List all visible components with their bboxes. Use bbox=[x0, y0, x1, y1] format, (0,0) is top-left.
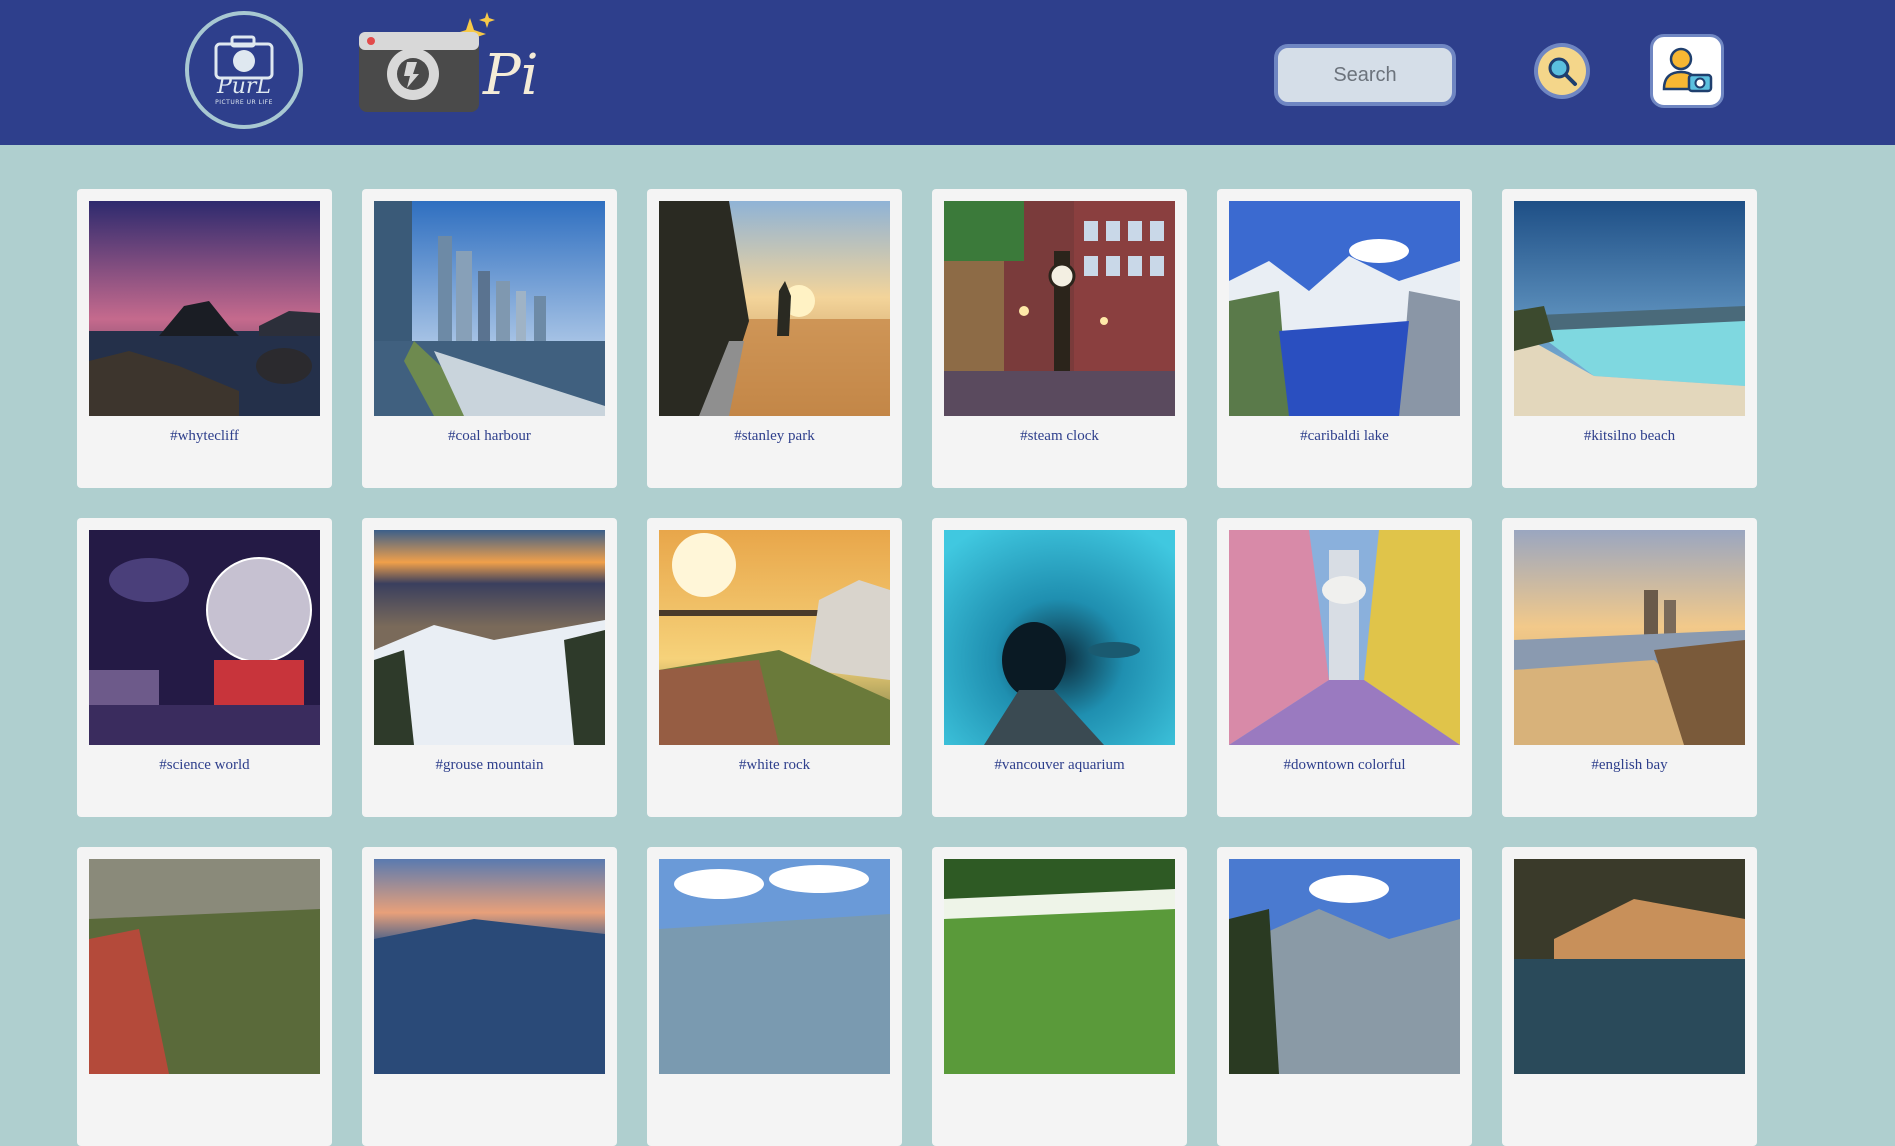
photo-tag[interactable]: #grouse mountain bbox=[374, 757, 605, 774]
science-world-image bbox=[89, 530, 320, 745]
coal-harbour-image bbox=[374, 201, 605, 416]
photo-vancouver-aquarium bbox=[944, 530, 1175, 745]
photo-tag[interactable]: #vancouver aquarium bbox=[944, 757, 1175, 774]
photo-card[interactable] bbox=[362, 847, 617, 1146]
photo-tag[interactable]: #caribaldi lake bbox=[1229, 428, 1460, 445]
english-bay-image bbox=[1514, 530, 1745, 745]
photo-english-bay bbox=[1514, 530, 1745, 745]
photo-card[interactable]: #grouse mountain bbox=[362, 518, 617, 817]
white-rock-image bbox=[659, 530, 890, 745]
caribaldi-lake-image bbox=[1229, 201, 1460, 416]
photo-card[interactable] bbox=[1217, 847, 1472, 1146]
photo-row3-5 bbox=[1229, 859, 1460, 1074]
photo-row3-4 bbox=[944, 859, 1175, 1074]
stanley-park-image bbox=[659, 201, 890, 416]
photo-coal-harbour bbox=[374, 201, 605, 416]
downtown-colorful-image bbox=[1229, 530, 1460, 745]
photo-tag[interactable]: #science world bbox=[89, 757, 320, 774]
photo-tag[interactable]: #coal harbour bbox=[374, 428, 605, 445]
autumn-forest-image bbox=[89, 859, 320, 1074]
magnifier-icon bbox=[1548, 57, 1577, 86]
profile-button[interactable] bbox=[1650, 34, 1724, 108]
photo-card[interactable] bbox=[77, 847, 332, 1146]
search-button-face bbox=[1538, 47, 1586, 95]
photo-caribaldi-lake bbox=[1229, 201, 1460, 416]
pi-logo-text: Pi bbox=[483, 43, 539, 108]
photo-card[interactable] bbox=[1502, 847, 1757, 1146]
photo-grouse-mountain bbox=[374, 530, 605, 745]
photo-card[interactable] bbox=[932, 847, 1187, 1146]
mountain-dusk-image bbox=[374, 859, 605, 1074]
photo-science-world bbox=[89, 530, 320, 745]
city-skyline-image bbox=[659, 859, 890, 1074]
search-input[interactable] bbox=[1274, 44, 1456, 106]
kitsilno-beach-image bbox=[1514, 201, 1745, 416]
photo-tag[interactable]: #downtown colorful bbox=[1229, 757, 1460, 774]
grouse-mountain-image bbox=[374, 530, 605, 745]
top-navigation-bar: PurL PICTURE UR LIFE Pi bbox=[0, 0, 1895, 145]
photo-row3-1 bbox=[89, 859, 320, 1074]
photo-tag[interactable]: #english bay bbox=[1514, 757, 1745, 774]
steam-clock-image bbox=[944, 201, 1175, 416]
photo-stanley-park bbox=[659, 201, 890, 416]
photo-card[interactable]: #kitsilno beach bbox=[1502, 189, 1757, 488]
user-camera-icon bbox=[1662, 47, 1713, 93]
photo-card[interactable]: #whytecliff bbox=[77, 189, 332, 488]
photo-card[interactable]: #english bay bbox=[1502, 518, 1757, 817]
photo-tag[interactable]: #white rock bbox=[659, 757, 890, 774]
garden-image bbox=[944, 859, 1175, 1074]
photo-card[interactable]: #caribaldi lake bbox=[1217, 189, 1472, 488]
photo-whytecliff bbox=[89, 201, 320, 416]
photo-row3-6 bbox=[1514, 859, 1745, 1074]
glacier-valley-image bbox=[1229, 859, 1460, 1074]
brand-tagline: PICTURE UR LIFE bbox=[215, 99, 273, 106]
photo-card[interactable]: #white rock bbox=[647, 518, 902, 817]
brand-name: PurL bbox=[216, 74, 272, 99]
photo-white-rock bbox=[659, 530, 890, 745]
whytecliff-image bbox=[89, 201, 320, 416]
photo-card[interactable]: #science world bbox=[77, 518, 332, 817]
photo-tag[interactable]: #whytecliff bbox=[89, 428, 320, 445]
vancouver-aquarium-image bbox=[944, 530, 1175, 745]
photo-gallery: #whytecliff #coal harbour #stanley park … bbox=[77, 189, 1757, 1146]
harbour-marina-image bbox=[1514, 859, 1745, 1074]
photo-card[interactable]: #downtown colorful bbox=[1217, 518, 1472, 817]
photo-downtown-colorful bbox=[1229, 530, 1460, 745]
photo-tag[interactable]: #kitsilno beach bbox=[1514, 428, 1745, 445]
camera-pi-logo[interactable]: Pi bbox=[355, 10, 539, 135]
photo-card[interactable]: #stanley park bbox=[647, 189, 902, 488]
purl-logo[interactable]: PurL PICTURE UR LIFE bbox=[185, 11, 303, 129]
photo-card[interactable]: #vancouver aquarium bbox=[932, 518, 1187, 817]
photo-steam-clock bbox=[944, 201, 1175, 416]
photo-row3-3 bbox=[659, 859, 890, 1074]
photo-tag[interactable]: #stanley park bbox=[659, 428, 890, 445]
photo-kitsilno-beach bbox=[1514, 201, 1745, 416]
search-button[interactable] bbox=[1534, 43, 1590, 99]
photo-card[interactable]: #coal harbour bbox=[362, 189, 617, 488]
photo-row3-2 bbox=[374, 859, 605, 1074]
photo-tag[interactable]: #steam clock bbox=[944, 428, 1175, 445]
photo-card[interactable] bbox=[647, 847, 902, 1146]
photo-card[interactable]: #steam clock bbox=[932, 189, 1187, 488]
